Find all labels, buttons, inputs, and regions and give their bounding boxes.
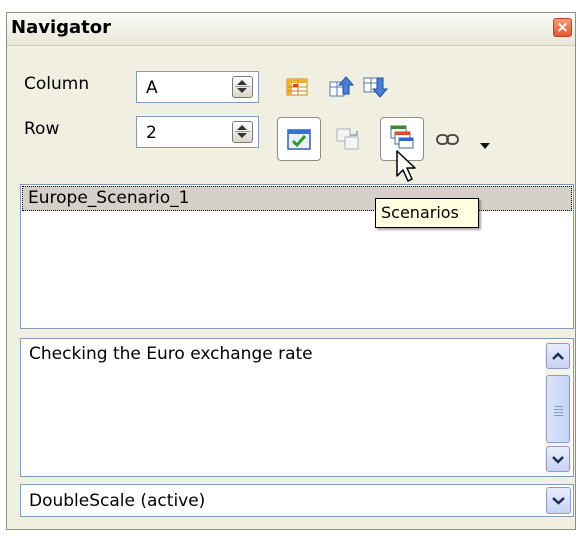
scenario-description[interactable]: Checking the Euro exchange rate — [20, 338, 574, 477]
document-select-dropdown-button[interactable] — [546, 487, 571, 514]
contents-icon — [287, 129, 311, 150]
column-spinner[interactable]: A — [136, 71, 259, 103]
data-ranges-icon — [286, 78, 308, 96]
close-button[interactable]: × — [553, 18, 572, 37]
close-icon: × — [556, 18, 569, 36]
row-spin-buttons[interactable] — [232, 121, 253, 143]
scroll-down-button[interactable] — [546, 446, 570, 472]
window-title: Navigator — [11, 17, 111, 38]
scroll-thumb[interactable] — [546, 375, 570, 443]
column-label: Column — [24, 74, 90, 94]
data-ranges-button[interactable] — [284, 74, 310, 100]
description-scrollbar[interactable] — [545, 341, 571, 474]
drag-mode-dropdown[interactable] — [479, 136, 493, 149]
chevron-down-icon — [552, 497, 565, 505]
list-item[interactable]: Europe_Scenario_1 — [22, 186, 572, 211]
description-text: Checking the Euro exchange rate — [29, 344, 313, 364]
title-bar[interactable]: Navigator × — [7, 13, 575, 46]
end-button[interactable] — [362, 74, 389, 100]
row-label: Row — [24, 119, 60, 139]
contents-button[interactable] — [277, 117, 321, 161]
scenarios-icon — [390, 125, 414, 149]
mouse-cursor-icon — [396, 150, 416, 182]
start-button[interactable] — [328, 74, 355, 100]
column-value: A — [146, 78, 158, 98]
end-icon — [363, 77, 389, 98]
drag-mode-dropdown-icon — [480, 143, 490, 149]
drag-mode-icon — [436, 134, 459, 145]
document-select[interactable]: DoubleScale (active) — [20, 484, 574, 517]
row-value: 2 — [146, 123, 157, 143]
drag-mode-button[interactable] — [435, 130, 461, 156]
start-icon — [329, 76, 355, 97]
column-spin-buttons[interactable] — [232, 76, 253, 98]
chevron-down-icon — [552, 456, 564, 464]
chevron-up-icon — [552, 352, 564, 360]
scroll-up-button[interactable] — [546, 343, 570, 369]
tooltip: Scenarios — [375, 198, 479, 228]
toggle-icon — [336, 128, 359, 150]
row-spinner[interactable]: 2 — [136, 116, 259, 148]
scenario-list[interactable]: Europe_Scenario_1 — [20, 184, 574, 329]
document-select-value: DoubleScale (active) — [29, 491, 206, 511]
toggle-button[interactable] — [335, 126, 361, 152]
